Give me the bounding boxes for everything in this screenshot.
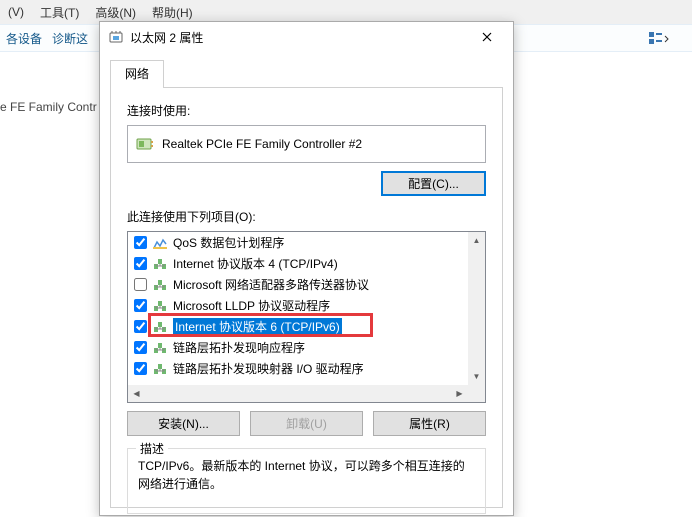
list-item[interactable]: QoS 数据包计划程序: [128, 232, 468, 253]
tabstrip: 网络: [110, 59, 503, 88]
scroll-down-button[interactable]: ▼: [468, 368, 485, 385]
background-content-text: e FE Family Contr: [0, 100, 97, 114]
configure-button[interactable]: 配置(C)...: [381, 171, 486, 196]
properties-button[interactable]: 属性(R): [373, 411, 486, 436]
item-checkbox[interactable]: [134, 236, 147, 249]
menu-tools[interactable]: 工具(T): [40, 4, 79, 21]
tab-panel: 连接时使用: Realtek PCIe FE Family Controller…: [110, 88, 503, 508]
protocol-listbox[interactable]: QoS 数据包计划程序 Internet 协议版本 4 (TCP/IPv4) Mic…: [127, 231, 486, 403]
list-item[interactable]: Microsoft LLDP 协议驱动程序: [128, 295, 468, 316]
scroll-up-button[interactable]: ▲: [468, 232, 485, 249]
vertical-scrollbar[interactable]: ▲ ▼: [468, 232, 485, 385]
item-checkbox[interactable]: [134, 341, 147, 354]
item-checkbox[interactable]: [134, 257, 147, 270]
item-label: Internet 协议版本 6 (TCP/IPv6): [173, 318, 342, 335]
horizontal-scrollbar[interactable]: ◀ ▶: [128, 385, 468, 402]
adapter-name: Realtek PCIe FE Family Controller #2: [162, 137, 362, 151]
description-text: TCP/IPv6。最新版本的 Internet 协议，可以跨多个相互连接的网络进…: [138, 457, 475, 493]
dialog-title: 以太网 2 属性: [130, 29, 467, 46]
item-label: Microsoft LLDP 协议驱动程序: [173, 297, 330, 314]
protocol-icon: [153, 363, 167, 375]
list-item[interactable]: 链路层拓扑发现映射器 I/O 驱动程序: [128, 358, 468, 379]
item-checkbox[interactable]: [134, 278, 147, 291]
adapter-box[interactable]: Realtek PCIe FE Family Controller #2: [127, 125, 486, 163]
menu-advanced[interactable]: 高级(N): [95, 4, 136, 21]
qos-icon: [153, 237, 167, 249]
install-button[interactable]: 安装(N)...: [127, 411, 240, 436]
connect-using-label: 连接时使用:: [127, 102, 486, 119]
close-button[interactable]: [467, 23, 507, 51]
item-label: 链路层拓扑发现响应程序: [173, 339, 305, 356]
titlebar: 以太网 2 属性: [100, 22, 513, 52]
uses-items-label: 此连接使用下列项目(O):: [127, 208, 486, 225]
item-label: Internet 协议版本 4 (TCP/IPv4): [173, 255, 338, 272]
menu-help[interactable]: 帮助(H): [152, 4, 193, 21]
close-icon: [482, 32, 492, 42]
ethernet-properties-dialog: 以太网 2 属性 网络 连接时使用: Realtek PCIe FE Famil…: [99, 21, 514, 516]
toolbar-device[interactable]: 各设备: [6, 30, 42, 47]
uninstall-button[interactable]: 卸载(U): [250, 411, 363, 436]
scroll-corner: [468, 385, 485, 402]
tab-network[interactable]: 网络: [110, 60, 164, 88]
list-item[interactable]: Microsoft 网络适配器多路传送器协议: [128, 274, 468, 295]
item-label: QoS 数据包计划程序: [173, 234, 284, 251]
nic-icon: [136, 136, 154, 152]
description-legend: 描述: [136, 440, 168, 457]
protocol-icon: [153, 321, 167, 333]
protocol-icon: [153, 300, 167, 312]
protocol-icon: [153, 342, 167, 354]
item-checkbox[interactable]: [134, 320, 147, 333]
scroll-left-button[interactable]: ◀: [128, 385, 145, 402]
list-item[interactable]: Internet 协议版本 6 (TCP/IPv6): [128, 316, 468, 337]
list-item[interactable]: 链路层拓扑发现响应程序: [128, 337, 468, 358]
protocol-icon: [153, 279, 167, 291]
ethernet-icon: [108, 29, 124, 45]
description-group: 描述 TCP/IPv6。最新版本的 Internet 协议，可以跨多个相互连接的…: [127, 448, 486, 514]
scroll-right-button[interactable]: ▶: [451, 385, 468, 402]
item-checkbox[interactable]: [134, 362, 147, 375]
list-item[interactable]: Internet 协议版本 4 (TCP/IPv4): [128, 253, 468, 274]
item-checkbox[interactable]: [134, 299, 147, 312]
protocol-icon: [153, 258, 167, 270]
item-label: Microsoft 网络适配器多路传送器协议: [173, 276, 369, 293]
view-mode-button[interactable]: [644, 28, 674, 48]
item-label: 链路层拓扑发现映射器 I/O 驱动程序: [173, 360, 364, 377]
menu-view[interactable]: (V): [8, 5, 24, 19]
toolbar-diagnose[interactable]: 诊断这: [52, 30, 88, 47]
